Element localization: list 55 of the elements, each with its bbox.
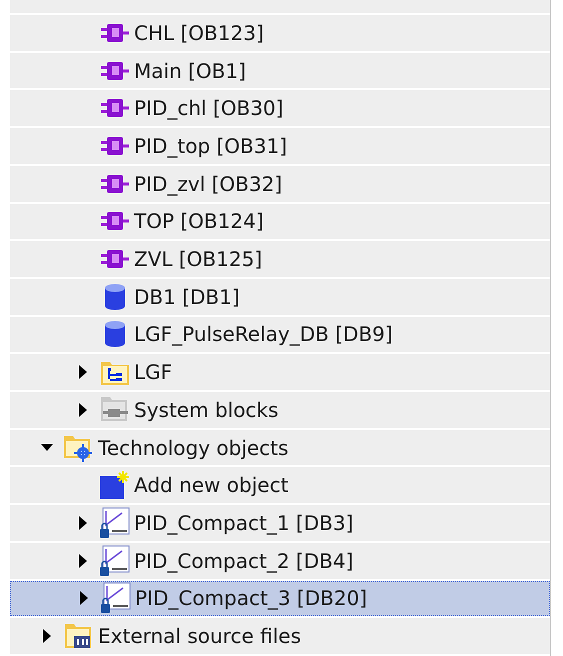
collapsed-arrow-icon[interactable] [77,365,89,380]
item-label: LGF_PulseRelay_DB [DB9] [134,321,393,348]
collapsed-arrow-icon[interactable] [41,629,53,644]
collapsed-arrow-icon[interactable] [77,402,89,417]
item-label: Technology objects [98,434,288,462]
add-object-icon [99,470,131,500]
block-icon [100,249,130,270]
tree-item[interactable]: Technology objects [10,430,550,466]
item-label: Main [OB1] [134,58,246,85]
item-label: DB1 [DB1] [134,284,240,311]
item-label: LGF [134,359,172,386]
controller-icon [100,544,130,577]
item-label: CHL [OB123] [134,20,264,47]
tree-item[interactable]: PID_top [OB31] [10,128,550,164]
tree-item[interactable]: LGF [10,354,550,390]
tree-item[interactable]: CHL [OB123] [10,15,550,51]
collapsed-arrow-icon[interactable] [77,554,89,568]
item-label: External source files [98,623,301,650]
item-label: ZVL [OB125] [134,246,262,274]
collapsed-arrow-icon[interactable] [78,591,90,606]
item-label: PID_top [OB31] [134,132,288,160]
tree-item[interactable]: PID_Compact_2 [DB4] [10,542,550,579]
item-label: PID_zvl [OB32] [134,170,282,198]
block-icon [100,174,130,194]
item-label: PID_Compact_1 [DB3] [134,510,354,537]
item-label: Add new object [134,472,288,500]
database-icon [104,320,126,348]
controller-icon [101,582,131,614]
item-label: PID_Compact_2 [DB4] [134,548,354,575]
item-label: TOP [OB124] [134,208,264,236]
tree-item[interactable]: TOP [OB124] [10,204,550,240]
controller-icon [100,506,130,539]
folder-gear-icon [63,434,95,462]
collapsed-arrow-icon[interactable] [77,516,89,530]
database-icon [104,282,126,311]
block-icon [100,22,130,43]
tree-item[interactable]: PID_Compact_1 [DB3] [10,505,550,541]
item-label: PID_Compact_3 [DB20] [135,585,368,612]
tree-item[interactable]: Add new object [10,467,550,504]
item-label: System blocks [134,396,278,424]
tree-item[interactable]: LGF_PulseRelay_DB [DB9] [10,316,550,352]
tree-item[interactable]: System blocks [10,392,550,428]
block-icon [100,98,130,118]
tree-item[interactable]: PID_Compact_3 [DB20] [10,580,550,616]
tree-item[interactable]: External source files [10,618,550,654]
tree-item[interactable]: PID_chl [OB30] [10,90,550,126]
block-icon [100,211,130,232]
item-label: PID_chl [OB30] [134,95,284,122]
block-icon [100,60,130,81]
tree-item[interactable]: Main [OB1] [10,52,550,88]
block-icon [100,136,130,156]
tree-item[interactable]: PID_zvl [OB32] [10,166,550,202]
tree-item[interactable]: DB1 [DB1] [10,278,550,315]
folder-icon [64,622,94,650]
tree-item[interactable]: ZVL [OB125] [10,241,550,277]
